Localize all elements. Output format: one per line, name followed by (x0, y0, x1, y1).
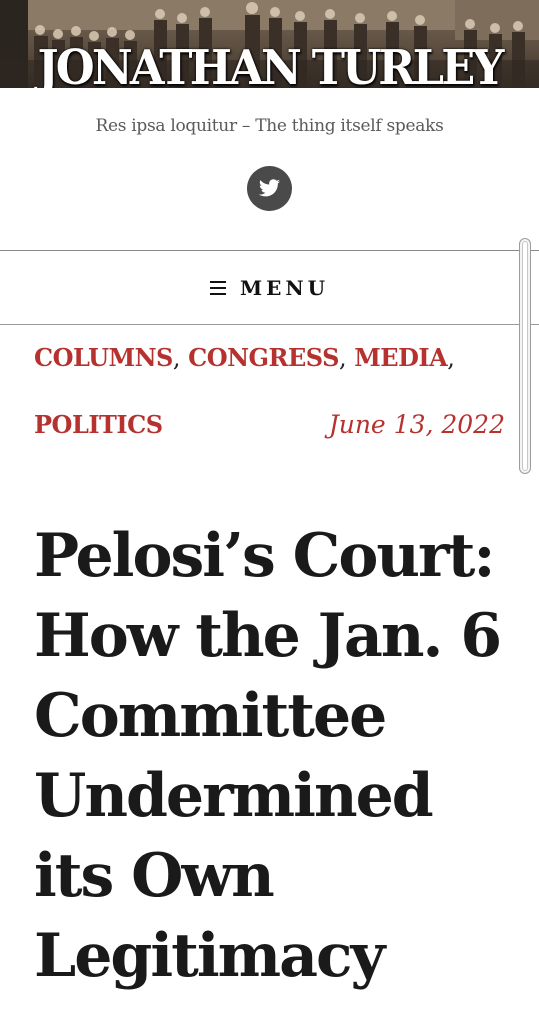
twitter-icon (258, 179, 281, 197)
category-link-columns[interactable]: COLUMNS (34, 343, 173, 372)
scrollbar[interactable] (519, 238, 531, 474)
site-title[interactable]: JONATHAN TURLEY (19, 38, 520, 88)
header-banner-image[interactable]: JONATHAN TURLEY (0, 0, 539, 88)
site-tagline: Res ipsa loquitur – The thing itself spe… (95, 116, 444, 136)
menu-toggle-button[interactable]: MENU (209, 275, 330, 300)
post-categories-line2: POLITICS (34, 410, 163, 439)
hamburger-icon (209, 280, 226, 295)
post-categories: COLUMNS, CONGRESS, MEDIA, (34, 343, 455, 372)
scrollbar-thumb[interactable] (522, 241, 528, 471)
category-link-congress[interactable]: CONGRESS (188, 343, 339, 372)
post-date[interactable]: June 13, 2022 (329, 410, 505, 439)
category-link-media[interactable]: MEDIA (354, 343, 448, 372)
main-navigation: MENU (0, 250, 539, 325)
menu-label: MENU (239, 275, 330, 300)
category-link-politics[interactable]: POLITICS (34, 410, 163, 439)
twitter-link[interactable] (247, 166, 292, 211)
post-title: Pelosi’s Court: How the Jan. 6 Committee… (34, 521, 502, 991)
